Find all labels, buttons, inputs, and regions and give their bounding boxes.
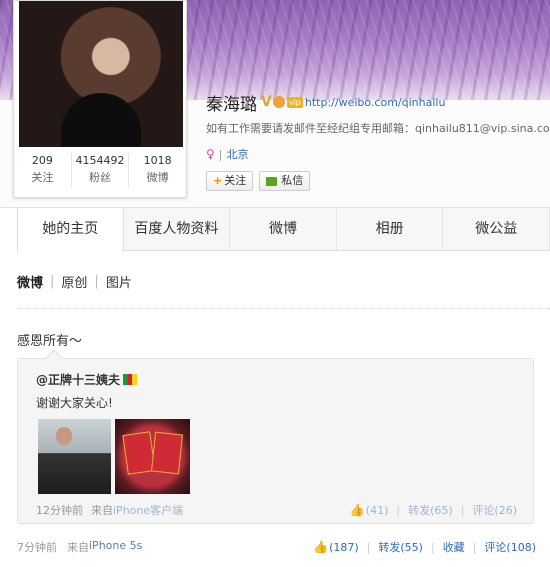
stat-number: 209 (31, 154, 53, 167)
original-comment-button[interactable]: 评论(26) (472, 502, 517, 518)
avatar-card: 209 关注 4154492 粉丝 1018 微博 (13, 0, 187, 198)
separator: | (396, 503, 401, 517)
female-icon: ♀ (206, 147, 215, 161)
like-count: (41) (365, 504, 389, 517)
thumbs-up-icon: 👍 (349, 503, 365, 517)
separator: | (50, 274, 55, 289)
stat-label: 粉丝 (89, 171, 111, 184)
post-source-prefix: 来自 (67, 541, 89, 554)
profile-tabs: 她的主页 百度人物资料 微博 相册 微公益 (17, 208, 550, 252)
stat-number: 4154492 (75, 154, 125, 167)
tab-charity[interactable]: 微公益 (443, 208, 550, 250)
follow-label: 关注 (224, 174, 247, 187)
stat-following[interactable]: 209 关注 (14, 153, 72, 187)
original-time[interactable]: 12分钟前 (36, 502, 83, 518)
post-meta: 7分钟前 来自 iPhone 5s (17, 539, 142, 555)
message-icon (266, 176, 278, 186)
post-actions: 👍(187) | 转发(55) | 收藏 | 评论(108) (313, 539, 536, 555)
name-row: 秦海璐 V vip http://weibo.com/qinhailu (206, 90, 550, 115)
separator: | (460, 503, 465, 517)
flag-icon (123, 374, 138, 385)
stat-followers[interactable]: 4154492 粉丝 (72, 153, 130, 187)
divider (17, 308, 550, 309)
stat-label: 关注 (31, 171, 54, 184)
verified-icon[interactable]: V (261, 94, 272, 110)
message-label: 私信 (281, 174, 304, 187)
original-repost-button[interactable]: 转发(65) (408, 502, 453, 518)
separator: | (472, 540, 477, 554)
post-time[interactable]: 7分钟前 (17, 539, 57, 555)
repost-box: @正牌十三姨夫 谢谢大家关心! 12分钟前 来自 iPhone客户端 👍(41)… (17, 349, 534, 524)
medal-icon[interactable] (272, 96, 285, 108)
separator: | (430, 540, 435, 554)
repost-arrow (45, 349, 63, 367)
message-button[interactable]: 私信 (259, 171, 311, 191)
post-text: 感恩所有～ (17, 334, 83, 349)
thumbs-up-icon: 👍 (313, 540, 329, 554)
photo-thumbnail[interactable] (115, 419, 190, 494)
original-like-button[interactable]: 👍(41) (350, 503, 389, 517)
photo-thumbnail[interactable] (38, 419, 111, 494)
filter-images[interactable]: 图片 (106, 272, 132, 291)
tab-her-homepage[interactable]: 她的主页 (17, 208, 124, 252)
feed-filter: 微博 | 原创 | 图片 (17, 272, 132, 291)
original-source[interactable]: iPhone客户端 (113, 502, 183, 518)
tab-baidu-profile[interactable]: 百度人物资料 (123, 208, 231, 250)
profile-stats: 209 关注 4154492 粉丝 1018 微博 (14, 153, 186, 187)
original-source-prefix: 来自 (91, 504, 113, 517)
vip-badge[interactable]: vip (286, 96, 303, 108)
tab-weibo[interactable]: 微博 (230, 208, 337, 250)
stat-label: 微博 (146, 171, 169, 184)
like-count: (187) (329, 541, 359, 554)
stat-posts[interactable]: 1018 微博 (129, 153, 186, 187)
original-author-link[interactable]: @正牌十三姨夫 (36, 371, 120, 388)
comment-button[interactable]: 评论(108) (484, 539, 536, 555)
favorite-button[interactable]: 收藏 (443, 539, 465, 555)
original-meta: 12分钟前 来自 iPhone客户端 (36, 502, 183, 518)
original-text: 谢谢大家关心! (36, 396, 113, 410)
profile-name: 秦海璐 (206, 94, 257, 115)
homepage-link[interactable]: http://weibo.com/qinhailu (305, 96, 446, 109)
stat-number: 1018 (143, 154, 172, 167)
like-button[interactable]: 👍(187) (313, 540, 359, 554)
post-source[interactable]: iPhone 5s (89, 539, 142, 555)
avatar[interactable] (19, 1, 183, 147)
location-link[interactable]: 北京 (227, 146, 249, 162)
plus-icon: + (213, 174, 223, 187)
profile-info: 秦海璐 V vip http://weibo.com/qinhailu 如有工作… (206, 90, 550, 191)
tab-album[interactable]: 相册 (336, 208, 444, 250)
separator: | (94, 274, 99, 289)
original-actions: 👍(41) | 转发(65) | 评论(26) (350, 502, 517, 518)
profile-description: 如有工作需要请发邮件至经纪组专用邮箱：qinhailu811@vip.sina.… (206, 122, 550, 135)
location-row: ♀ | 北京 (206, 146, 550, 162)
filter-weibo[interactable]: 微博 (17, 272, 43, 291)
original-author: @正牌十三姨夫 (36, 371, 138, 388)
repost-button[interactable]: 转发(55) (378, 539, 423, 555)
separator: | (366, 540, 371, 554)
follow-button[interactable]: + 关注 (206, 171, 254, 191)
action-buttons: + 关注 私信 (206, 171, 550, 191)
separator: | (218, 147, 223, 161)
filter-original[interactable]: 原创 (61, 272, 87, 291)
